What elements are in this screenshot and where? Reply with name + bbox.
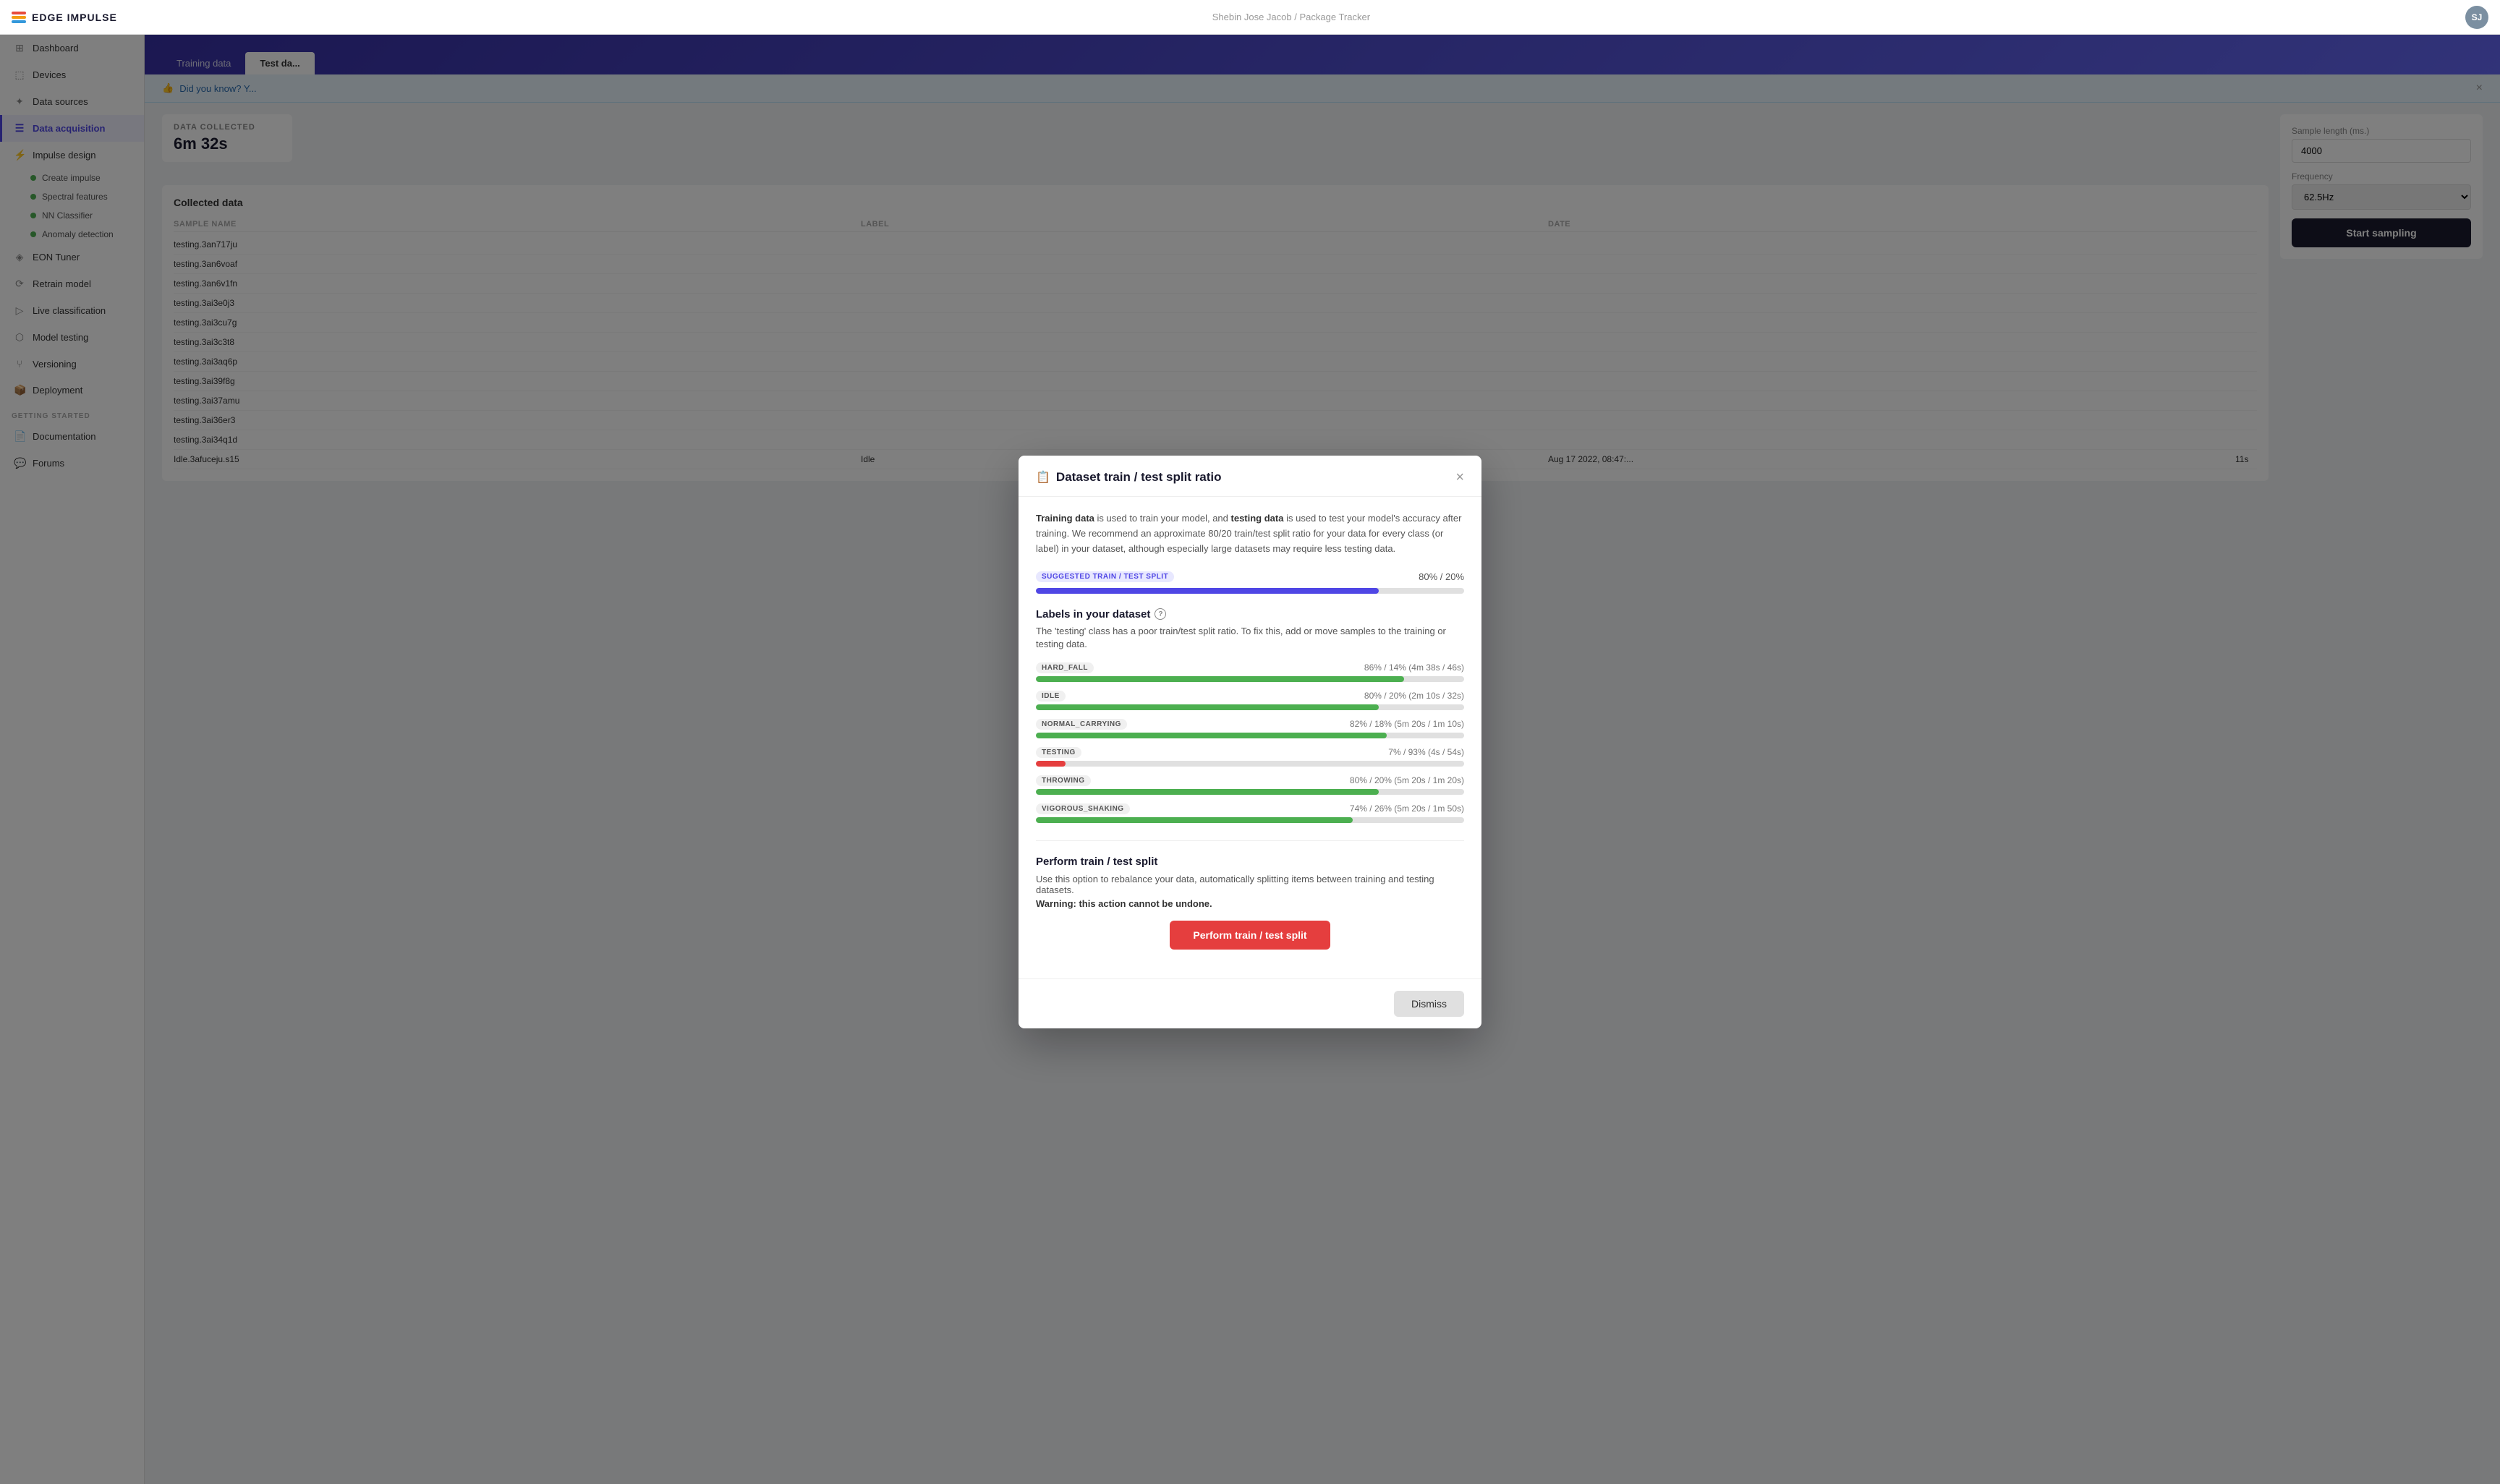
label-row-idle: IDLE 80% / 20% (2m 10s / 32s) xyxy=(1036,691,1464,710)
label-tag: VIGOROUS_SHAKING xyxy=(1036,803,1130,814)
label-row-hard-fall: HARD_FALL 86% / 14% (4m 38s / 46s) xyxy=(1036,662,1464,682)
suggested-split-fill xyxy=(1036,588,1379,594)
label-row-vigorous-shaking: VIGOROUS_SHAKING 74% / 26% (5m 20s / 1m … xyxy=(1036,803,1464,823)
suggested-split-percent: 80% / 20% xyxy=(1419,571,1464,582)
label-stats: 74% / 26% (5m 20s / 1m 50s) xyxy=(1350,803,1464,814)
suggested-split-badge: SUGGESTED TRAIN / TEST SPLIT xyxy=(1036,571,1174,582)
modal-header: 📋 Dataset train / test split ratio × xyxy=(1019,456,1481,497)
perform-warning: Warning: this action cannot be undone. xyxy=(1036,898,1464,909)
label-bar-fill xyxy=(1036,761,1066,767)
label-bar-fill xyxy=(1036,704,1379,710)
labels-section: Labels in your dataset ? The 'testing' c… xyxy=(1036,608,1464,823)
avatar[interactable]: SJ xyxy=(2465,6,2488,29)
perform-description: Use this option to rebalance your data, … xyxy=(1036,874,1464,895)
label-tag: IDLE xyxy=(1036,691,1066,702)
label-tag: TESTING xyxy=(1036,747,1081,758)
labels-subtitle: The 'testing' class has a poor train/tes… xyxy=(1036,625,1464,651)
label-bar-fill xyxy=(1036,817,1353,823)
perform-train-test-split-button[interactable]: Perform train / test split xyxy=(1170,921,1330,950)
project-name: Package Tracker xyxy=(1299,12,1370,22)
label-bar-fill xyxy=(1036,676,1404,682)
perform-section: Perform train / test split Use this opti… xyxy=(1036,840,1464,950)
label-bar-fill xyxy=(1036,733,1387,738)
label-stats: 80% / 20% (2m 10s / 32s) xyxy=(1364,691,1464,701)
label-stats: 82% / 18% (5m 20s / 1m 10s) xyxy=(1350,719,1464,729)
modal-overlay: 📋 Dataset train / test split ratio × Tra… xyxy=(0,0,2500,1484)
label-row-throwing: THROWING 80% / 20% (5m 20s / 1m 20s) xyxy=(1036,775,1464,795)
logo-container: EDGE IMPULSE xyxy=(12,12,117,23)
modal-close-button[interactable]: × xyxy=(1455,470,1464,485)
dismiss-button[interactable]: Dismiss xyxy=(1394,991,1464,1017)
label-bar-fill xyxy=(1036,789,1379,795)
dataset-icon: 📋 xyxy=(1036,470,1050,485)
label-stats: 80% / 20% (5m 20s / 1m 20s) xyxy=(1350,775,1464,785)
label-tag: HARD_FALL xyxy=(1036,662,1094,673)
label-stats: 86% / 14% (4m 38s / 46s) xyxy=(1364,662,1464,673)
labels-title: Labels in your dataset ? xyxy=(1036,608,1464,621)
modal-body: Training data is used to train your mode… xyxy=(1019,497,1481,978)
perform-title: Perform train / test split xyxy=(1036,856,1464,868)
logo-icon xyxy=(12,12,26,23)
label-tag: NORMAL_CARRYING xyxy=(1036,719,1127,730)
label-row-normal-carrying: NORMAL_CARRYING 82% / 18% (5m 20s / 1m 1… xyxy=(1036,719,1464,738)
label-row-testing: TESTING 7% / 93% (4s / 54s) xyxy=(1036,747,1464,767)
header-breadcrumb: Shebin Jose Jacob / Package Tracker xyxy=(1212,12,1370,22)
modal: 📋 Dataset train / test split ratio × Tra… xyxy=(1019,456,1481,1028)
modal-description: Training data is used to train your mode… xyxy=(1036,511,1464,556)
user-name: Shebin Jose Jacob xyxy=(1212,12,1292,22)
modal-footer: Dismiss xyxy=(1019,978,1481,1028)
app-title: EDGE IMPULSE xyxy=(32,12,117,23)
label-stats: 7% / 93% (4s / 54s) xyxy=(1388,747,1464,757)
app-header: EDGE IMPULSE Shebin Jose Jacob / Package… xyxy=(0,0,2500,35)
label-tag: THROWING xyxy=(1036,775,1091,786)
suggested-split-bar xyxy=(1036,588,1464,594)
info-icon: ? xyxy=(1155,608,1166,620)
modal-title: 📋 Dataset train / test split ratio xyxy=(1036,470,1222,485)
split-header: SUGGESTED TRAIN / TEST SPLIT 80% / 20% xyxy=(1036,571,1464,582)
suggested-split-section: SUGGESTED TRAIN / TEST SPLIT 80% / 20% xyxy=(1036,571,1464,594)
